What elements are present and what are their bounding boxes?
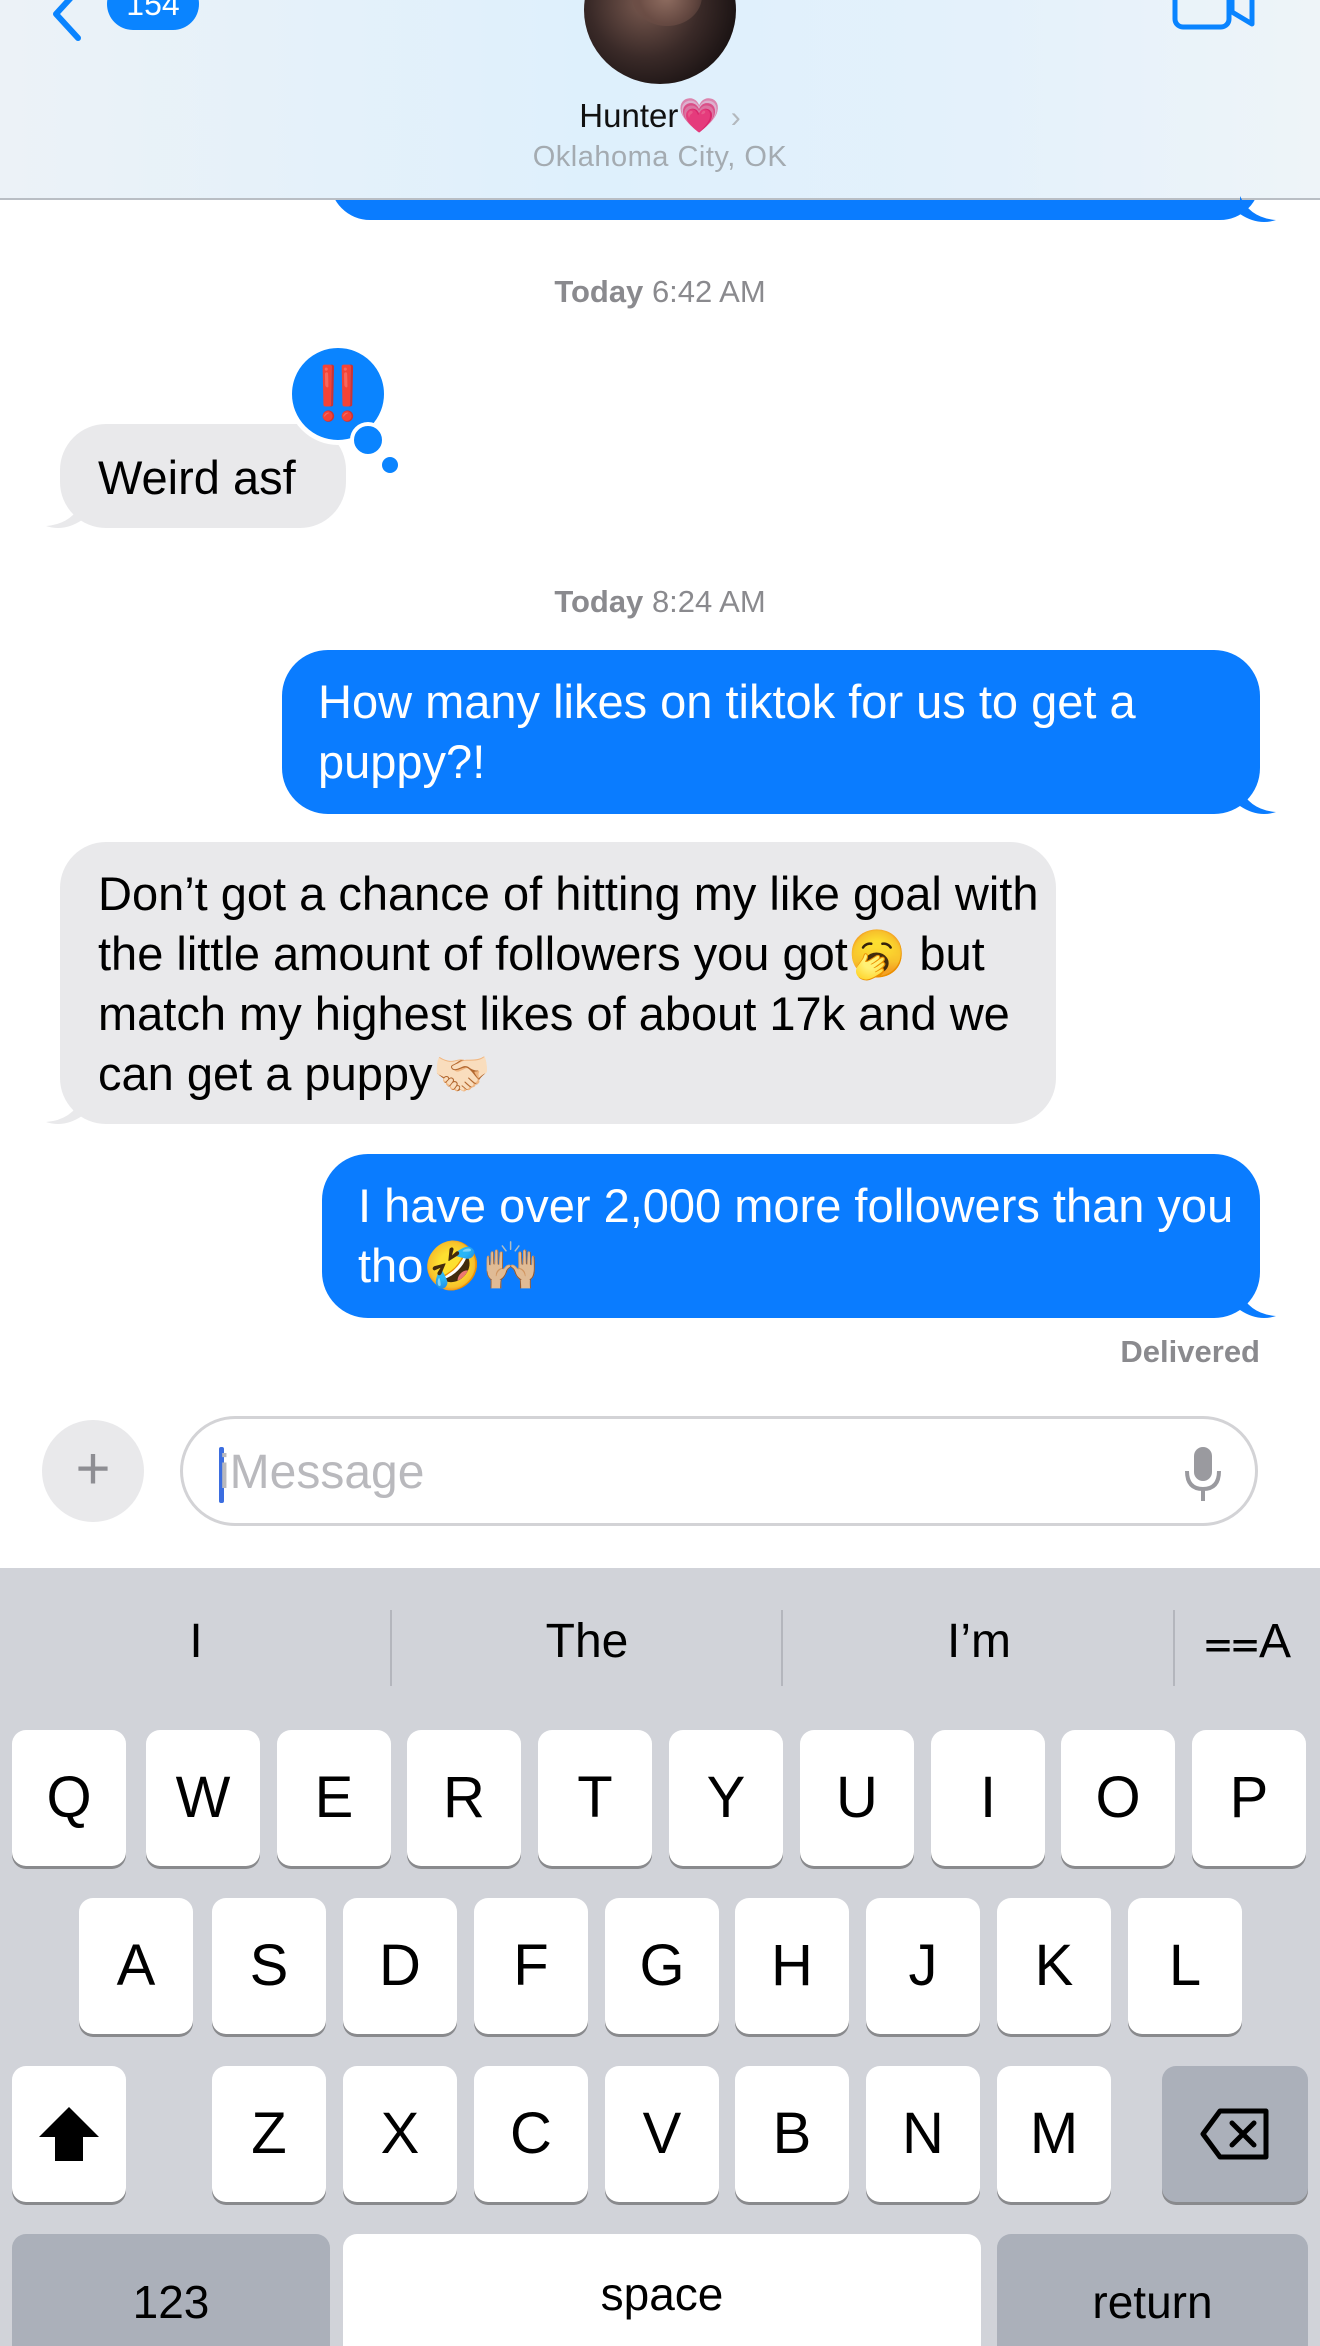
key-t[interactable]: T <box>538 1730 652 1866</box>
key-v[interactable]: V <box>605 2066 719 2202</box>
video-camera-icon[interactable] <box>1172 0 1256 34</box>
key-x[interactable]: X <box>343 2066 457 2202</box>
key-y[interactable]: Y <box>669 1730 783 1866</box>
timestamp: Today 8:24 AM <box>0 584 1320 620</box>
timestamp-day: Today <box>554 584 644 619</box>
message-text: I have over 2,000 more followers than yo… <box>358 1179 1234 1292</box>
incoming-message[interactable]: Don’t got a chance of hitting my like go… <box>60 842 1056 1124</box>
shift-key[interactable] <box>12 2066 126 2202</box>
key-m[interactable]: M <box>997 2066 1111 2202</box>
timestamp-day: Today <box>554 274 644 309</box>
key-e[interactable]: E <box>277 1730 391 1866</box>
contact-location: Oklahoma City, OK <box>532 141 788 173</box>
key-q[interactable]: Q <box>12 1730 126 1866</box>
key-z[interactable]: Z <box>212 2066 326 2202</box>
key-g[interactable]: G <box>605 1898 719 2034</box>
space-key[interactable]: space <box>343 2234 981 2346</box>
delete-icon <box>1200 2108 1269 2160</box>
key-b[interactable]: B <box>735 2066 849 2202</box>
message-input[interactable]: iMessage <box>180 1416 1258 1526</box>
bubble-tail <box>46 502 82 528</box>
unread-count-badge[interactable]: 154 <box>107 0 199 30</box>
key-h[interactable]: H <box>735 1898 849 2034</box>
text-format-button[interactable]: ⩵A <box>1175 1614 1320 1670</box>
message-text: Weird asf <box>98 451 296 504</box>
key-l[interactable]: L <box>1128 1898 1242 2034</box>
suggestion-3[interactable]: I’m <box>783 1614 1175 1669</box>
return-key[interactable]: return <box>997 2234 1308 2346</box>
key-f[interactable]: F <box>474 1898 588 2034</box>
contact-name-text: Hunter <box>579 97 679 134</box>
key-a[interactable]: A <box>79 1898 193 2034</box>
key-j[interactable]: J <box>866 1898 980 2034</box>
bubble-tail <box>1240 196 1276 222</box>
timestamp-time: 8:24 AM <box>651 584 766 619</box>
key-k[interactable]: K <box>997 1898 1111 2034</box>
key-w[interactable]: W <box>146 1730 260 1866</box>
suggestion-1[interactable]: I <box>0 1614 392 1669</box>
message-text: Don’t got a chance of hitting my like go… <box>98 867 1039 1100</box>
key-c[interactable]: C <box>474 2066 588 2202</box>
incoming-message[interactable]: Weird asf <box>60 424 346 528</box>
key-u[interactable]: U <box>800 1730 914 1866</box>
keyboard: I The I’m ⩵A Q W E R T Y U I O P A S D F… <box>0 1568 1320 2346</box>
heart-emoji: 💗 <box>678 97 721 135</box>
avatar[interactable] <box>584 0 736 84</box>
reaction-tail-dot <box>382 457 398 473</box>
contact-name[interactable]: Hunter💗 › <box>0 96 1320 136</box>
outgoing-message[interactable]: How many likes on tiktok for us to get a… <box>282 650 1260 814</box>
suggestion-2[interactable]: The <box>392 1614 782 1669</box>
microphone-icon[interactable] <box>1183 1445 1223 1503</box>
reaction-tail <box>350 422 386 458</box>
input-placeholder: iMessage <box>219 1446 425 1499</box>
chevron-left-icon[interactable] <box>42 0 98 42</box>
numbers-key[interactable]: 123 <box>12 2234 330 2346</box>
key-r[interactable]: R <box>407 1730 521 1866</box>
key-n[interactable]: N <box>866 2066 980 2202</box>
delete-key[interactable] <box>1162 2066 1308 2202</box>
outgoing-message[interactable]: I have over 2,000 more followers than yo… <box>322 1154 1260 1318</box>
predictive-bar: I The I’m ⩵A <box>0 1568 1320 1728</box>
shift-icon <box>39 2107 99 2161</box>
chevron-right-icon: › <box>730 101 741 134</box>
key-d[interactable]: D <box>343 1898 457 2034</box>
bubble-tail <box>46 1098 82 1124</box>
delivery-status: Delivered <box>1120 1334 1260 1369</box>
plus-icon[interactable]: + <box>42 1420 144 1522</box>
bubble-tail <box>1240 788 1276 814</box>
conversation-header: 154 Hunter💗 › Oklahoma City, OK <box>0 0 1320 200</box>
key-p[interactable]: P <box>1192 1730 1306 1866</box>
key-o[interactable]: O <box>1061 1730 1175 1866</box>
bubble-tail <box>1240 1292 1276 1318</box>
message-text: How many likes on tiktok for us to get a… <box>318 675 1136 788</box>
timestamp: Today 6:42 AM <box>0 274 1320 310</box>
key-i[interactable]: I <box>931 1730 1045 1866</box>
timestamp-time: 6:42 AM <box>651 274 766 309</box>
key-s[interactable]: S <box>212 1898 326 2034</box>
